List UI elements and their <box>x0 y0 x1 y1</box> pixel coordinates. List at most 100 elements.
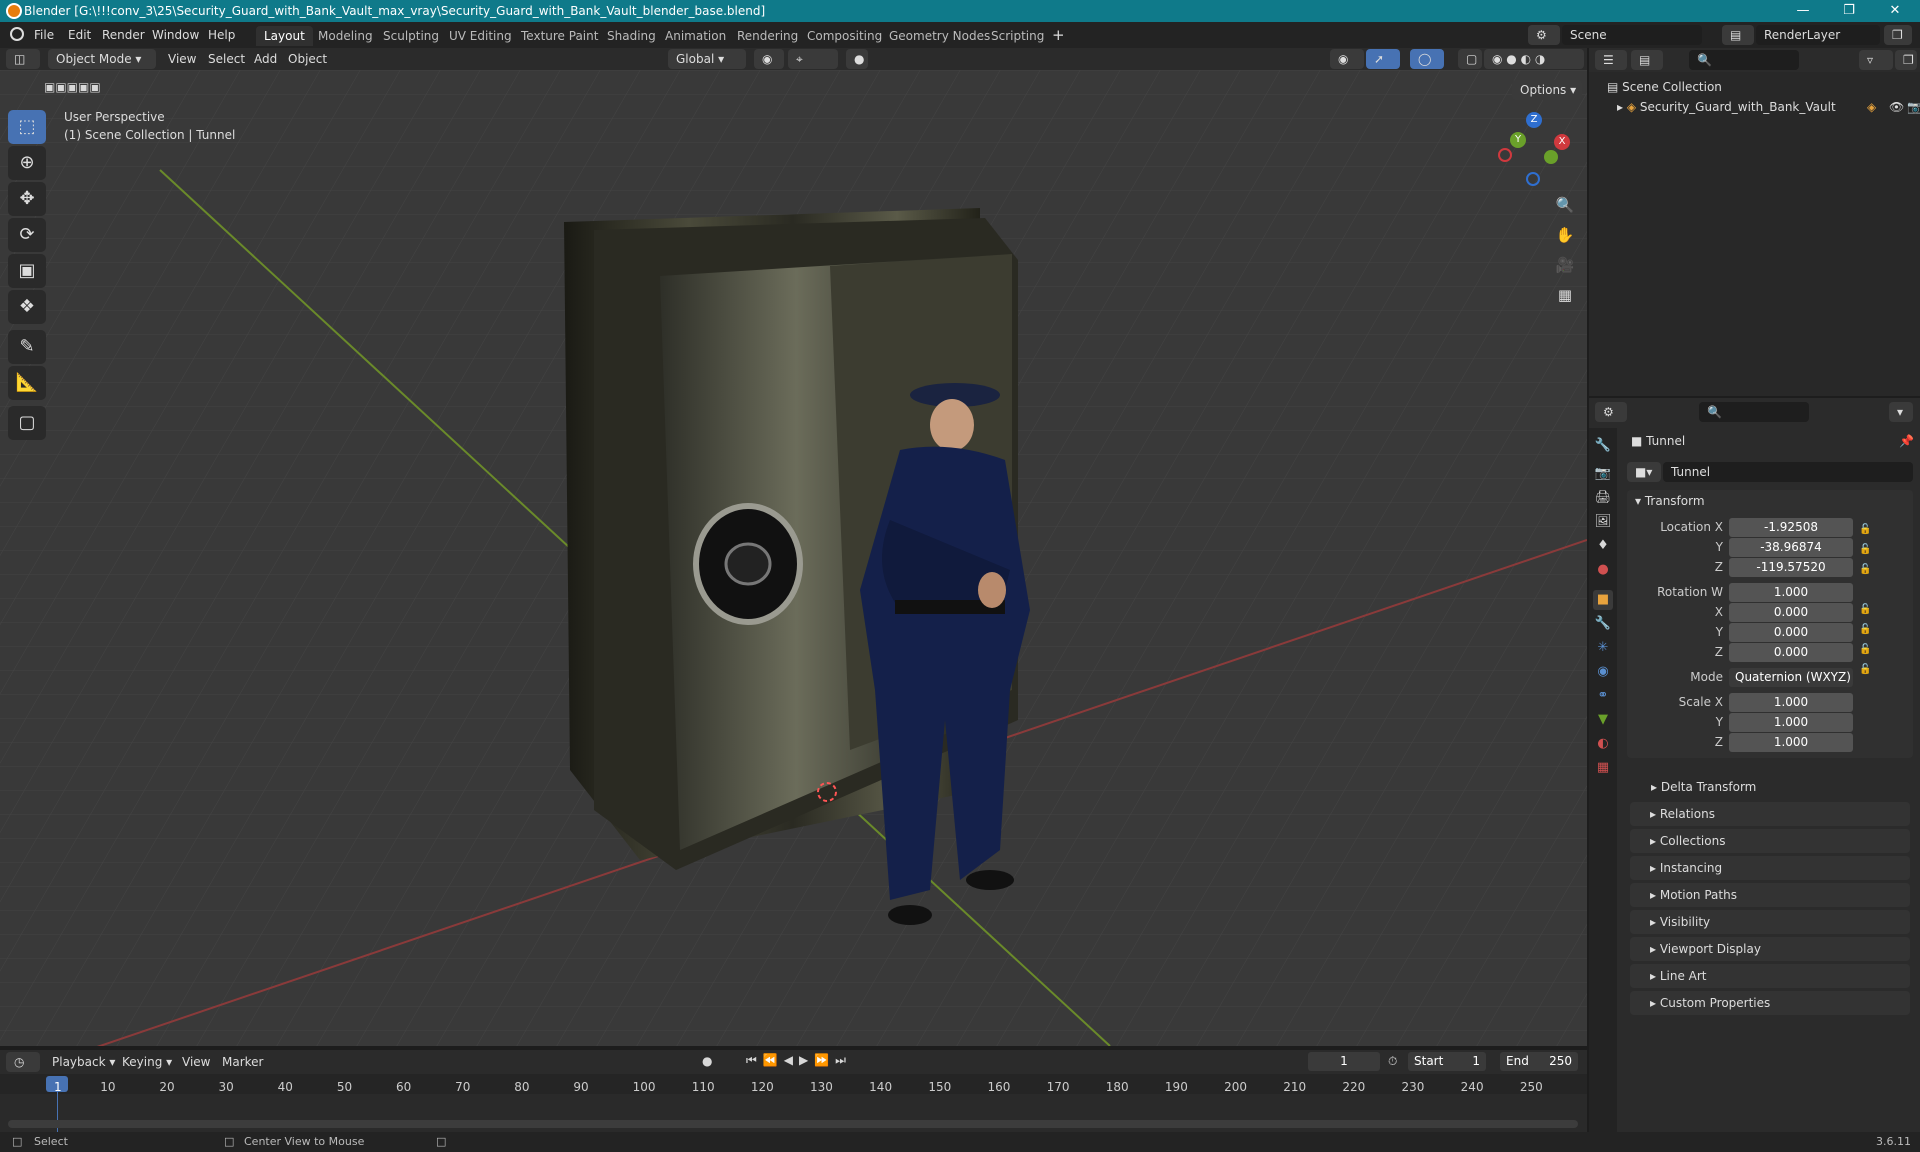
scene-tab-icon[interactable]: ♦ <box>1593 536 1613 556</box>
eye-icon[interactable]: 👁 <box>1889 100 1904 114</box>
panel-relations[interactable]: ▸ Relations <box>1630 802 1910 826</box>
properties-editor-icon[interactable]: ⚙ <box>1595 402 1627 422</box>
transform-tool[interactable]: ❖ <box>8 290 46 324</box>
blender-menu-icon[interactable] <box>10 27 24 41</box>
panel-viewport-display[interactable]: ▸ Viewport Display <box>1630 937 1910 961</box>
measure-tool[interactable]: 📐 <box>8 366 46 400</box>
panel-custom-properties[interactable]: ▸ Custom Properties <box>1630 991 1910 1015</box>
rotation-x-field[interactable]: 0.000 <box>1729 603 1853 622</box>
outliner-item-security-guard[interactable]: ▸ ◈ Security_Guard_with_Bank_Vault ◈ 👁 📷 <box>1617 100 1920 114</box>
object-name-field[interactable]: Tunnel <box>1663 462 1913 482</box>
tab-sculpting[interactable]: Sculpting <box>375 26 447 46</box>
outliner-editor-icon[interactable]: ☰ <box>1595 50 1627 70</box>
menu-select[interactable]: Select <box>208 52 245 66</box>
options-dropdown[interactable]: Options ▾ <box>1512 80 1582 100</box>
scale-y-field[interactable]: 1.000 <box>1729 713 1853 732</box>
end-frame-field[interactable]: End 250 <box>1500 1052 1578 1071</box>
gizmo-y-axis[interactable]: Y <box>1510 132 1526 148</box>
playback-controls[interactable]: ⏮⏪◀▶⏩⏭ <box>746 1053 852 1068</box>
move-tool[interactable]: ✥ <box>8 182 46 216</box>
constraints-tab-icon[interactable]: ⚭ <box>1593 686 1613 706</box>
outliner-search-input[interactable]: 🔍 <box>1689 50 1799 70</box>
menu-window[interactable]: Window <box>152 28 199 42</box>
tab-layout[interactable]: Layout <box>256 26 313 46</box>
view-layer-icon[interactable]: ▤ <box>1722 25 1754 45</box>
object-type-icon[interactable]: ■▾ <box>1627 462 1661 482</box>
scale-x-field[interactable]: 1.000 <box>1729 693 1853 712</box>
properties-search-input[interactable]: 🔍 <box>1699 402 1809 422</box>
panel-motion-paths[interactable]: ▸ Motion Paths <box>1630 883 1910 907</box>
scale-z-field[interactable]: 1.000 <box>1729 733 1853 752</box>
rotation-mode-dropdown[interactable]: Quaternion (WXYZ) ▾ <box>1729 668 1853 703</box>
rotate-tool[interactable]: ⟳ <box>8 218 46 252</box>
scene-collection-row[interactable]: ▤ Scene Collection <box>1607 80 1722 94</box>
annotate-tool[interactable]: ✎ <box>8 330 46 364</box>
tab-rendering[interactable]: Rendering <box>729 26 806 46</box>
object-tab-icon[interactable]: ■ <box>1593 590 1613 610</box>
menu-file[interactable]: File <box>34 28 54 42</box>
scene-selector-icon[interactable]: ⚙ <box>1528 25 1560 45</box>
shading-modes[interactable]: ◉ ● ◐ ◑ <box>1484 49 1584 69</box>
menu-help[interactable]: Help <box>208 28 235 42</box>
lock-icons-column[interactable]: 🔓 🔓 🔓 🔓 🔓 🔓 🔓 <box>1859 520 1909 756</box>
menu-view[interactable]: View <box>168 52 196 66</box>
menu-keying[interactable]: Keying ▾ <box>122 1055 172 1069</box>
new-collection-icon[interactable]: ❐ <box>1895 50 1917 70</box>
material-tab-icon[interactable]: ◐ <box>1593 734 1613 754</box>
record-icon[interactable]: ● <box>702 1054 712 1068</box>
tab-texture-paint[interactable]: Texture Paint <box>513 26 606 46</box>
menu-edit[interactable]: Edit <box>68 28 91 42</box>
xray-icon[interactable]: ▢ <box>1458 49 1482 69</box>
tab-animation[interactable]: Animation <box>657 26 734 46</box>
texture-tab-icon[interactable]: ▦ <box>1593 758 1613 778</box>
panel-instancing[interactable]: ▸ Instancing <box>1630 856 1910 880</box>
gizmo-z-axis[interactable]: Z <box>1526 112 1542 128</box>
pin-icon[interactable]: 📌 <box>1899 434 1914 448</box>
3d-viewport[interactable]: User Perspective (1) Scene Collection | … <box>0 70 1587 1046</box>
mode-dropdown[interactable]: Object Mode ▾ <box>48 49 156 69</box>
rotation-w-field[interactable]: 1.000 <box>1729 583 1853 602</box>
delta-transform-header[interactable]: ▸ Delta Transform <box>1651 780 1756 794</box>
rotation-y-field[interactable]: 0.000 <box>1729 623 1853 642</box>
scale-tool[interactable]: ▣ <box>8 254 46 288</box>
proportional-edit-icon[interactable]: ● <box>846 49 868 69</box>
stopwatch-icon[interactable]: ⏱ <box>1388 1054 1397 1069</box>
pivot-icon[interactable]: ◉ <box>754 49 784 69</box>
pan-hand-icon[interactable]: ✋ <box>1546 218 1584 252</box>
timeline-scrollbar[interactable] <box>8 1120 1578 1128</box>
gizmo-toggle-icon[interactable]: ➚ <box>1366 49 1400 69</box>
zoom-icon[interactable]: 🔍 <box>1546 188 1584 222</box>
location-x-field[interactable]: -1.92508 <box>1729 518 1853 537</box>
tab-shading[interactable]: Shading <box>599 26 664 46</box>
minimize-button[interactable]: — <box>1780 0 1826 22</box>
menu-timeline-view[interactable]: View <box>182 1055 210 1069</box>
overlay-toggle-icon[interactable]: ◯ <box>1410 49 1444 69</box>
menu-marker[interactable]: Marker <box>222 1055 263 1069</box>
navigation-gizmo[interactable]: Z X Y <box>1496 110 1576 190</box>
orientation-dropdown[interactable]: Global ▾ <box>668 49 746 69</box>
selection-modes[interactable]: ▣▣▣▣▣ <box>44 80 140 96</box>
editor-type-icon[interactable]: ◫ <box>6 49 40 69</box>
add-workspace-icon[interactable]: + <box>1052 26 1065 44</box>
panel-line-art[interactable]: ▸ Line Art <box>1630 964 1910 988</box>
rotation-z-field[interactable]: 0.000 <box>1729 643 1853 662</box>
start-frame-field[interactable]: Start 1 <box>1408 1052 1486 1071</box>
current-frame-field[interactable]: 1 <box>1308 1052 1380 1071</box>
panel-collections[interactable]: ▸ Collections <box>1630 829 1910 853</box>
tab-geometry-nodes[interactable]: Geometry Nodes <box>881 26 998 46</box>
filter-icon[interactable]: ▿ <box>1859 50 1893 70</box>
camera-render-icon[interactable]: 📷 <box>1907 100 1920 114</box>
data-tab-icon[interactable]: ▼ <box>1593 710 1613 730</box>
gizmo-x-axis[interactable]: X <box>1554 134 1570 150</box>
gizmo-neg-z[interactable] <box>1526 172 1540 186</box>
physics-tab-icon[interactable]: ◉ <box>1593 662 1613 682</box>
location-z-field[interactable]: -119.57520 <box>1729 558 1853 577</box>
tab-compositing[interactable]: Compositing <box>799 26 890 46</box>
timeline-editor-icon[interactable]: ◷ <box>6 1052 40 1072</box>
camera-view-icon[interactable]: 🎥 <box>1546 248 1584 282</box>
location-y-field[interactable]: -38.96874 <box>1729 538 1853 557</box>
modifier-tab-icon[interactable]: 🔧 <box>1593 614 1613 634</box>
perspective-toggle-icon[interactable]: ▦ <box>1546 278 1584 312</box>
output-tab-icon[interactable]: 🖨 <box>1593 488 1613 508</box>
add-cube-tool[interactable]: ▢ <box>8 406 46 440</box>
